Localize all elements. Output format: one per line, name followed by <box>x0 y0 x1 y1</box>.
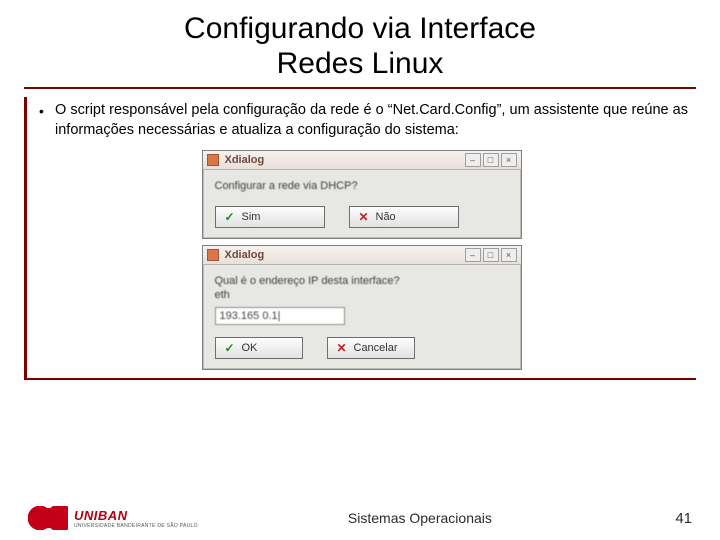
close-button[interactable]: × <box>501 248 517 262</box>
dialog-title: Xdialog <box>225 249 459 261</box>
bullet-item: • O script responsável pela configuração… <box>35 101 688 140</box>
minimize-button[interactable]: – <box>465 248 481 262</box>
dialog-ip: Xdialog – □ × Qual é o endereço IP desta… <box>202 245 522 370</box>
dialog-prompt: Configurar a rede via DHCP? <box>215 180 509 192</box>
app-icon <box>207 154 219 166</box>
maximize-button[interactable]: □ <box>483 153 499 167</box>
logo-subtitle: UNIVERSIDADE BANDEIRANTE DE SÃO PAULO <box>74 523 198 529</box>
ip-input[interactable]: 193.165 0.1| <box>215 307 345 325</box>
page-number: 41 <box>642 510 692 527</box>
dialog-dhcp: Xdialog – □ × Configurar a rede via DHCP… <box>202 150 522 239</box>
no-button-label: Não <box>376 211 396 223</box>
dialog-body: Qual é o endereço IP desta interface? et… <box>203 265 521 331</box>
no-button[interactable]: ✕ Não <box>349 206 459 228</box>
yes-button[interactable]: ✓ Sim <box>215 206 325 228</box>
dialog-button-row: ✓ Sim ✕ Não <box>203 200 521 238</box>
cancel-button-label: Cancelar <box>354 342 398 354</box>
window-controls: – □ × <box>465 248 517 262</box>
cancel-button[interactable]: ✕ Cancelar <box>327 337 415 359</box>
title-line-2: Redes Linux <box>277 47 444 80</box>
dialog-prompt: Qual é o endereço IP desta interface? <box>215 275 509 287</box>
close-button[interactable]: × <box>501 153 517 167</box>
check-icon: ✓ <box>224 341 236 355</box>
bullet-mark: • <box>35 101 55 140</box>
dialog-titlebar: Xdialog – □ × <box>203 151 521 170</box>
ok-button[interactable]: ✓ OK <box>215 337 303 359</box>
dialogs-container: Xdialog – □ × Configurar a rede via DHCP… <box>35 150 688 370</box>
ok-button-label: OK <box>242 342 258 354</box>
logo-name: UNIBAN <box>74 508 198 523</box>
cross-icon: ✕ <box>358 210 370 224</box>
title-underline <box>24 87 696 89</box>
window-controls: – □ × <box>465 153 517 167</box>
dialog-subtext: eth <box>215 289 509 301</box>
footer-caption: Sistemas Operacionais <box>198 510 642 526</box>
slide-footer: UNIBAN UNIVERSIDADE BANDEIRANTE DE SÃO P… <box>0 506 720 530</box>
cross-icon: ✕ <box>336 341 348 355</box>
dialog-title: Xdialog <box>225 154 459 166</box>
maximize-button[interactable]: □ <box>483 248 499 262</box>
dialog-body: Configurar a rede via DHCP? <box>203 170 521 200</box>
dialog-titlebar: Xdialog – □ × <box>203 246 521 265</box>
app-icon <box>207 249 219 261</box>
minimize-button[interactable]: – <box>465 153 481 167</box>
slide-title: Configurando via Interface Redes Linux <box>0 0 720 85</box>
yes-button-label: Sim <box>242 211 261 223</box>
check-icon: ✓ <box>224 210 236 224</box>
title-line-1: Configurando via Interface <box>184 12 536 45</box>
dialog-button-row: ✓ OK ✕ Cancelar <box>203 331 521 369</box>
bullet-text: O script responsável pela configuração d… <box>55 101 688 140</box>
uniban-logo: UNIBAN UNIVERSIDADE BANDEIRANTE DE SÃO P… <box>28 506 198 530</box>
logo-mark-icon <box>28 506 68 530</box>
content-frame: • O script responsável pela configuração… <box>24 97 696 380</box>
